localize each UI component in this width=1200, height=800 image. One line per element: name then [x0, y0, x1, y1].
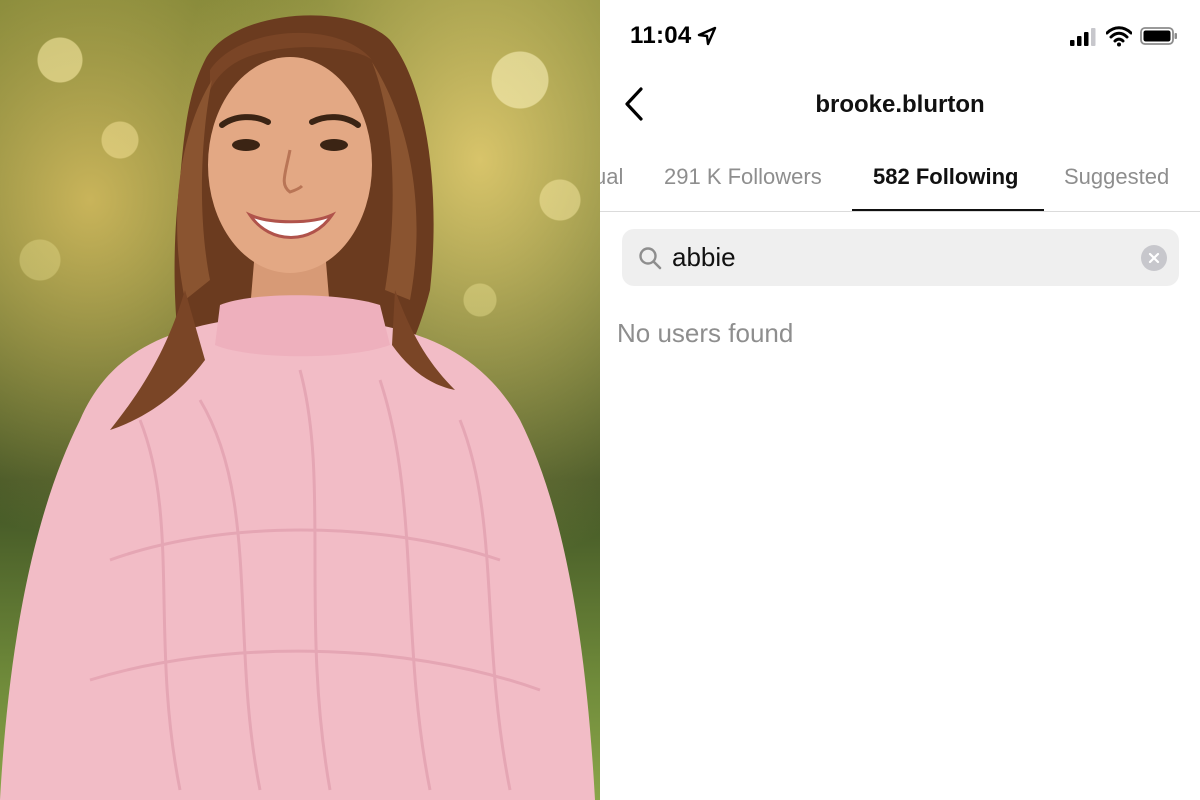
search-input[interactable] — [672, 229, 1132, 286]
active-tab-indicator — [852, 209, 1044, 211]
instagram-following-screen: 11:04 brooke.blurton ual 291 K Followers… — [600, 0, 1200, 800]
status-bar: 11:04 — [600, 0, 1200, 72]
wifi-icon — [1106, 26, 1132, 47]
no-results-message: No users found — [617, 318, 794, 348]
battery-icon — [1140, 27, 1177, 45]
clear-search-button[interactable] — [1141, 245, 1167, 271]
follow-tabs: ual 291 K Followers 582 Following Sugges… — [600, 148, 1200, 212]
tab-mutual[interactable]: ual — [600, 148, 623, 211]
profile-photo — [0, 0, 600, 800]
status-time: 11:04 — [630, 22, 692, 49]
cellular-signal-icon — [1070, 28, 1096, 46]
portrait-illustration — [0, 15, 595, 800]
tab-following[interactable]: 582 Following — [873, 148, 1018, 211]
search-bar[interactable] — [622, 229, 1179, 286]
tab-suggested[interactable]: Suggested — [1064, 148, 1169, 211]
clear-icon — [1148, 252, 1160, 264]
location-arrow-icon — [697, 26, 717, 46]
navigation-bar: brooke.blurton — [600, 72, 1200, 136]
tab-followers[interactable]: 291 K Followers — [664, 148, 822, 211]
profile-username: brooke.blurton — [815, 91, 985, 118]
search-icon — [639, 247, 662, 270]
